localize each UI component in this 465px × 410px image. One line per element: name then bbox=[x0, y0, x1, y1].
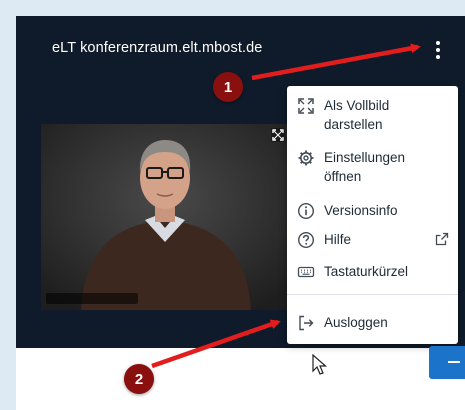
room-title: eLT konferenzraum.elt.mbost.de bbox=[52, 40, 263, 56]
menu-divider bbox=[287, 294, 458, 295]
collapse-button[interactable] bbox=[429, 346, 465, 379]
menu-item-label: Ausloggen bbox=[324, 315, 388, 330]
info-icon bbox=[297, 202, 315, 220]
kebab-dot bbox=[436, 41, 440, 45]
menu-item-logout[interactable]: Ausloggen bbox=[297, 313, 388, 332]
menu-item-keyboard-shortcuts[interactable]: Tastaturkürzel bbox=[297, 262, 408, 281]
gear-icon bbox=[298, 150, 314, 166]
options-menu: Als Vollbild darstellen Einstellungen öf… bbox=[287, 86, 458, 344]
minus-icon bbox=[448, 361, 460, 363]
menu-item-label: Als Vollbild darstellen bbox=[324, 98, 390, 132]
logout-icon bbox=[299, 315, 314, 331]
kebab-dot bbox=[436, 55, 440, 59]
menu-item-label: Versionsinfo bbox=[324, 203, 398, 218]
mouse-cursor-icon bbox=[312, 354, 328, 375]
menu-item-label: Einstellungen öffnen bbox=[324, 150, 406, 184]
menu-item-label: Hilfe bbox=[324, 232, 352, 247]
help-icon bbox=[297, 231, 315, 249]
menu-item-settings[interactable]: Einstellungen öffnen bbox=[297, 148, 434, 186]
fullscreen-icon bbox=[298, 98, 314, 114]
keyboard-icon bbox=[297, 266, 315, 278]
menu-item-version-info[interactable]: Versionsinfo bbox=[297, 201, 398, 220]
menu-item-fullscreen[interactable]: Als Vollbild darstellen bbox=[297, 96, 434, 134]
menu-item-help[interactable]: Hilfe bbox=[297, 230, 351, 249]
kebab-dot bbox=[436, 48, 440, 52]
participant-video bbox=[41, 124, 289, 310]
annotation-badge-1: 1 bbox=[213, 72, 243, 102]
annotation-badge-2: 2 bbox=[124, 364, 154, 394]
expand-icon[interactable] bbox=[271, 128, 285, 142]
participant-video-tile[interactable] bbox=[41, 124, 289, 310]
menu-item-label: Tastaturkürzel bbox=[324, 264, 409, 279]
external-link-icon bbox=[435, 232, 449, 246]
participant-name-label bbox=[46, 293, 138, 304]
more-options-button[interactable] bbox=[428, 36, 448, 64]
